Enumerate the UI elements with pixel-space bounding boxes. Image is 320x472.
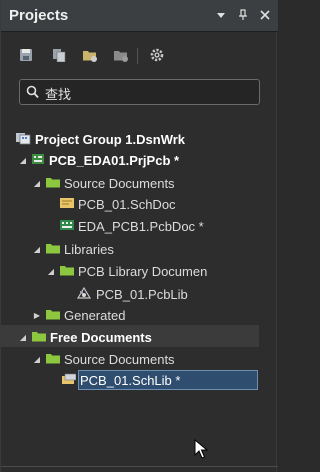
tree-item-pcb-library-documents[interactable]: ◢ PCB Library Documen [46, 260, 207, 282]
tree-label-source-documents: Source Documents [64, 175, 175, 191]
tree-item-free-documents[interactable]: ◢ Free Documents [18, 326, 152, 348]
tree-label-free-source-documents: Source Documents [64, 351, 175, 367]
folder-icon [32, 330, 46, 345]
project-group-icon [15, 131, 31, 148]
tree-label-generated: Generated [64, 307, 126, 323]
projects-panel: Projects 查找 Project Group 1.DsnWrk ◢ PCB… [0, 0, 278, 472]
close-folder-icon[interactable] [111, 46, 131, 64]
tree-label-schlib: PCB_01.SchLib * [80, 372, 181, 388]
toolbar-separator [137, 48, 138, 64]
tree-item-pcbdoc[interactable]: EDA_PCB1.PcbDoc * [60, 215, 204, 237]
search-box[interactable]: 查找 [19, 79, 260, 105]
collapse-arrow-icon[interactable]: ▶ [32, 311, 42, 320]
title-buttons [214, 7, 272, 23]
tree-label-schdoc: PCB_01.SchDoc [78, 196, 176, 212]
expand-arrow-icon[interactable]: ◢ [32, 355, 42, 364]
projects-toolbar [1, 40, 278, 70]
expand-arrow-icon[interactable]: ◢ [32, 245, 42, 254]
copy-icon[interactable] [49, 46, 69, 64]
pcb-project-icon [31, 152, 45, 169]
tree-item-schlib[interactable]: PCB_01.SchLib * [62, 369, 180, 391]
tree-item-project-group[interactable]: Project Group 1.DsnWrk [15, 128, 185, 150]
panel-bottom-border [1, 466, 278, 467]
tree-label-pcbdoc: EDA_PCB1.PcbDoc * [78, 218, 204, 234]
mouse-cursor-icon [194, 438, 209, 464]
search-input[interactable]: 查找 [45, 84, 71, 103]
schematic-document-icon [60, 197, 74, 212]
expand-arrow-icon[interactable]: ◢ [18, 156, 28, 165]
expand-arrow-icon[interactable]: ◢ [46, 267, 56, 276]
tree-label-project: PCB_EDA01.PrjPcb * [49, 152, 180, 168]
tree-label-pcb-library-documents: PCB Library Documen [78, 263, 208, 279]
tree-label-project-group: Project Group 1.DsnWrk [35, 131, 186, 147]
settings-gear-icon[interactable] [147, 46, 167, 64]
panel-titlebar: Projects [1, 0, 278, 32]
pcb-document-icon [60, 219, 74, 234]
folder-icon [46, 242, 60, 257]
tree-item-free-source-documents[interactable]: ◢ Source Documents [32, 348, 175, 370]
save-icon[interactable] [16, 46, 36, 64]
tree-label-free-documents: Free Documents [50, 329, 152, 345]
close-icon[interactable] [258, 7, 272, 23]
tree-item-libraries[interactable]: ◢ Libraries [32, 238, 114, 260]
folder-icon [46, 308, 60, 323]
tree-label-libraries: Libraries [64, 241, 114, 257]
tree-item-source-documents[interactable]: ◢ Source Documents [32, 172, 175, 194]
tree-item-pcblib[interactable]: PCB_01.PcbLib [76, 283, 188, 305]
search-icon [26, 85, 39, 104]
panel-title: Projects [9, 7, 69, 24]
tree-item-generated[interactable]: ▶ Generated [32, 304, 126, 326]
tree-item-project[interactable]: ◢ PCB_EDA01.PrjPcb * [18, 149, 179, 171]
folder-icon [46, 176, 60, 191]
pcb-library-icon [76, 286, 92, 303]
folder-icon [46, 352, 60, 367]
tree-label-pcblib: PCB_01.PcbLib [96, 286, 188, 302]
expand-arrow-icon[interactable]: ◢ [32, 179, 42, 188]
menu-down-icon[interactable] [214, 7, 228, 23]
open-folder-icon[interactable] [80, 46, 100, 64]
expand-arrow-icon[interactable]: ◢ [18, 333, 28, 342]
schematic-library-icon [62, 373, 77, 388]
folder-icon [60, 264, 74, 279]
tree-item-schdoc[interactable]: PCB_01.SchDoc [60, 193, 176, 215]
pin-icon[interactable] [236, 7, 250, 23]
